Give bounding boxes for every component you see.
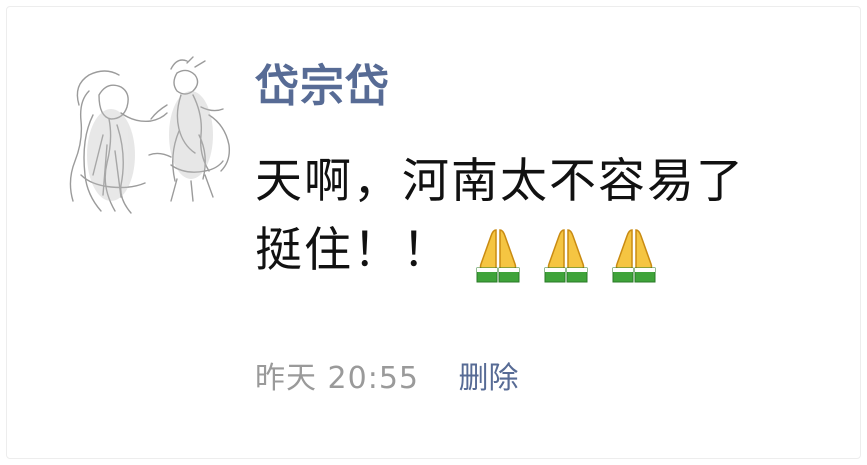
username-link[interactable]: 岱宗岱 — [255, 57, 855, 117]
moment-post: 岱宗岱 天啊，河南太不容易了 挺住！！ 昨天 20:55 删除 — [6, 6, 861, 459]
avatar[interactable] — [59, 55, 235, 219]
message-line-1: 天啊，河南太不容易了 — [255, 154, 745, 209]
message-line-2: 挺住！！ — [255, 216, 855, 285]
post-message: 天啊，河南太不容易了 挺住！！ — [255, 147, 855, 285]
pray-hands-emoji — [612, 229, 656, 283]
post-content: 岱宗岱 天啊，河南太不容易了 挺住！！ — [255, 57, 855, 285]
post-timestamp: 昨天 20:55 — [255, 361, 419, 396]
emoji-row — [469, 224, 663, 284]
delete-button[interactable]: 删除 — [459, 361, 519, 396]
pray-hands-emoji — [544, 229, 588, 283]
pray-hands-emoji — [476, 229, 520, 283]
avatar-sketch-image — [59, 55, 235, 219]
message-line-2-text: 挺住！！ — [255, 223, 451, 278]
post-footer: 昨天 20:55 删除 — [255, 359, 519, 399]
